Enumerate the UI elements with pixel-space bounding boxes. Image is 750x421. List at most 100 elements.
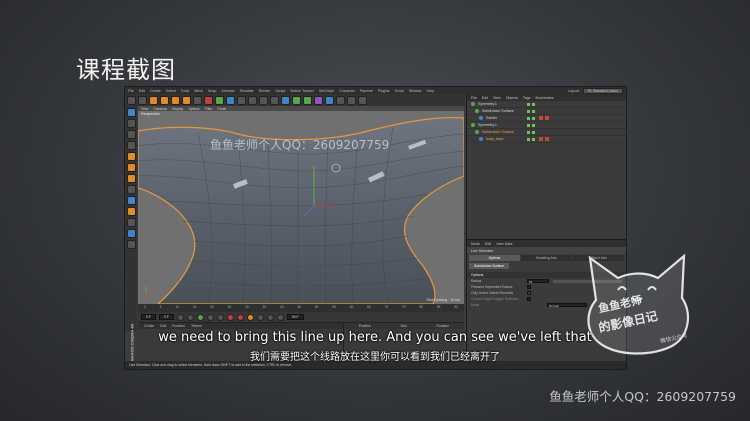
material-menu-texture[interactable]: Texture [191, 324, 202, 328]
previous-frame-icon[interactable] [186, 313, 194, 321]
rotation-key-icon[interactable] [266, 313, 274, 321]
object-row[interactable]: Subdiv [467, 115, 626, 122]
object-row[interactable]: Subdivision Surface [467, 129, 626, 136]
y-axis-icon[interactable] [215, 95, 224, 105]
subdivision-icon[interactable] [303, 95, 312, 105]
floor-icon[interactable] [336, 95, 345, 105]
material-menu-function[interactable]: Function [172, 324, 185, 328]
go-to-end-icon[interactable] [216, 313, 224, 321]
objmgr-menu-file[interactable]: File [471, 96, 477, 100]
pressure-radius-checkbox[interactable] [527, 285, 531, 289]
menu-tools[interactable]: Tools [181, 89, 189, 93]
attr-menu-mode[interactable]: Mode [471, 242, 480, 246]
menu-window[interactable]: Window [409, 89, 422, 93]
cube-icon[interactable] [281, 95, 290, 105]
z-axis-icon[interactable] [226, 95, 235, 105]
model-mode-icon[interactable] [126, 119, 136, 128]
menu-select[interactable]: Select [166, 89, 176, 93]
object-visibility-flags[interactable] [527, 102, 535, 106]
objmgr-menu-bookmarks[interactable]: Bookmarks [536, 96, 554, 100]
object-visibility-flags[interactable] [527, 109, 535, 113]
undo-icon[interactable] [127, 95, 136, 105]
viewport-menu-view[interactable]: View [141, 107, 148, 111]
menu-snap[interactable]: Snap [208, 89, 216, 93]
timeline[interactable]: 0 5 10 15 20 25 30 35 40 45 50 55 60 65 70 75 80 85 90 [138, 304, 464, 312]
light-icon[interactable] [358, 95, 367, 105]
menu-character[interactable]: Character [339, 89, 355, 93]
tab-options[interactable]: Options [469, 255, 520, 261]
deformer-icon[interactable] [325, 95, 334, 105]
x-axis-icon[interactable] [204, 95, 213, 105]
lock-workplane-icon[interactable] [126, 229, 136, 238]
viewport-menu-options[interactable]: Options [188, 107, 200, 111]
workplane-icon[interactable] [126, 141, 136, 150]
snap-icon[interactable] [126, 207, 136, 216]
menu-mesh[interactable]: Mesh [194, 89, 203, 93]
material-menu-edit[interactable]: Edit [160, 324, 166, 328]
next-frame-icon[interactable] [206, 313, 214, 321]
layout-dropdown[interactable]: PL Standard (user) [582, 87, 623, 94]
end-frame-field[interactable]: 90 F [286, 314, 304, 320]
menu-mograph[interactable]: MoGraph [319, 89, 334, 93]
menu-edit[interactable]: Edit [139, 89, 145, 93]
menu-pipeline[interactable]: Pipeline [360, 89, 373, 93]
go-to-start-icon[interactable] [176, 313, 184, 321]
object-visibility-flags[interactable] [527, 137, 535, 141]
current-frame-field[interactable]: 0 F [141, 314, 156, 320]
visible-elements-checkbox[interactable] [527, 291, 531, 295]
enable-axis-icon[interactable] [126, 185, 136, 194]
objmgr-menu-view[interactable]: View [493, 96, 501, 100]
scale-icon[interactable] [171, 95, 180, 105]
points-mode-icon[interactable] [126, 152, 136, 161]
material-menu-create[interactable]: Create [144, 324, 154, 328]
camera-icon[interactable] [347, 95, 356, 105]
tab-subdivision-surface[interactable]: Subdivision Surface [469, 263, 509, 269]
keyframe-selection-icon[interactable] [246, 313, 254, 321]
menu-help[interactable]: Help [426, 89, 433, 93]
edges-mode-icon[interactable] [126, 163, 136, 172]
menu-plugins[interactable]: Plugins [378, 89, 390, 93]
viewport-menu-display[interactable]: Display [172, 107, 183, 111]
render-view-icon[interactable] [248, 95, 257, 105]
redo-icon[interactable] [138, 95, 147, 105]
recent-tool-icon[interactable] [193, 95, 202, 105]
objmgr-menu-objects[interactable]: Objects [506, 96, 518, 100]
play-icon[interactable] [196, 313, 204, 321]
pen-icon[interactable] [292, 95, 301, 105]
menu-motion-tracker[interactable]: Motion Tracker [290, 89, 314, 93]
menu-animate[interactable]: Animate [221, 89, 234, 93]
object-visibility-flags[interactable] [527, 116, 535, 120]
start-frame-field[interactable]: 0 F [158, 314, 174, 320]
object-row[interactable]: Subdivision Surface [467, 108, 626, 115]
menu-simulate[interactable]: Simulate [240, 89, 254, 93]
menu-render[interactable]: Render [259, 89, 271, 93]
object-row[interactable]: Symmetry.1 [467, 122, 626, 129]
position-key-icon[interactable] [256, 313, 264, 321]
object-visibility-flags[interactable] [527, 130, 535, 134]
texture-mode-icon[interactable] [126, 130, 136, 139]
render-settings-icon[interactable] [270, 95, 279, 105]
objmgr-menu-tags[interactable]: Tags [523, 96, 531, 100]
object-material-tags[interactable] [539, 137, 549, 141]
scale-key-icon[interactable] [276, 313, 284, 321]
move-icon[interactable] [160, 95, 169, 105]
convert-selection-checkbox[interactable] [527, 297, 531, 301]
menu-script[interactable]: Script [395, 89, 404, 93]
attr-menu-user-data[interactable]: User Data [496, 242, 512, 246]
coordinate-system-icon[interactable] [237, 95, 246, 105]
autokey-icon[interactable] [236, 313, 244, 321]
record-icon[interactable] [226, 313, 234, 321]
tab-modeling-axis[interactable]: Modeling Axis [521, 255, 572, 261]
live-select-icon[interactable] [149, 95, 158, 105]
menu-file[interactable]: File [128, 89, 134, 93]
viewport-menu-cameras[interactable]: Cameras [153, 107, 167, 111]
render-picture-viewer-icon[interactable] [259, 95, 268, 105]
radius-field[interactable]: 10 [527, 279, 549, 284]
polygons-mode-icon[interactable] [126, 174, 136, 183]
object-row[interactable]: body_base [467, 136, 626, 143]
attr-menu-edit[interactable]: Edit [485, 242, 491, 246]
menu-create[interactable]: Create [150, 89, 161, 93]
sculpt-icon[interactable] [126, 218, 136, 227]
object-material-tags[interactable] [539, 116, 549, 120]
viewport-menu-filter[interactable]: Filter [205, 107, 213, 111]
